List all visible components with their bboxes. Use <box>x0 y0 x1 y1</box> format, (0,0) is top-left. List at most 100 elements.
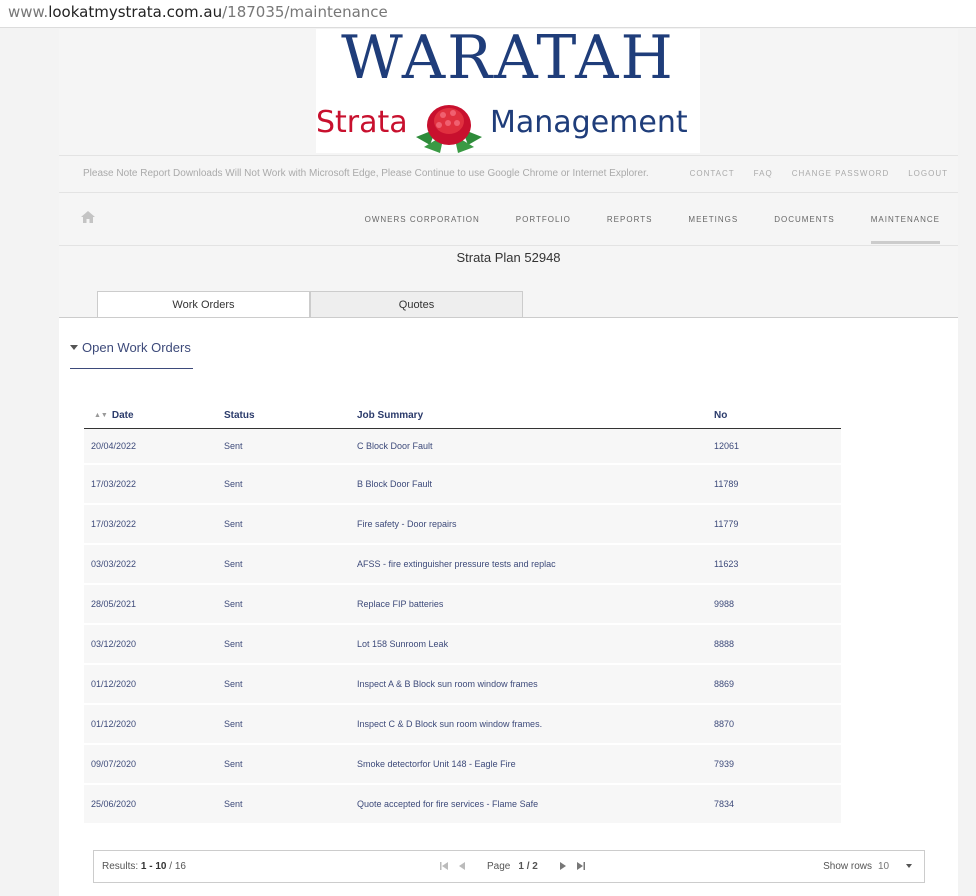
table-row[interactable]: 17/03/2022 Sent B Block Door Fault 11789 <box>84 464 841 505</box>
cell-no: 8888 <box>707 624 841 665</box>
toplink-faq[interactable]: FAQ <box>754 169 773 178</box>
tab-quotes[interactable]: Quotes <box>310 291 523 318</box>
cell-job-summary: C Block Door Fault <box>350 428 707 465</box>
nav-reports[interactable]: REPORTS <box>607 193 653 246</box>
table-row[interactable]: 09/07/2020 Sent Smoke detectorfor Unit 1… <box>84 744 841 785</box>
last-page-icon[interactable] <box>576 860 586 872</box>
browser-notice: Please Note Report Downloads Will Not Wo… <box>83 168 649 179</box>
work-orders-rows: 20/04/2022 Sent C Block Door Fault 12061… <box>84 428 841 825</box>
cell-no: 11623 <box>707 544 841 585</box>
cell-date: 03/12/2020 <box>84 624 217 665</box>
results-summary: Results: 1 - 10 / 16 <box>102 861 186 872</box>
cell-no: 8869 <box>707 664 841 705</box>
work-orders-table: ▲▼ Date Status Job Summary No 20/04/2022 … <box>84 403 841 825</box>
toplink-logout[interactable]: LOGOUT <box>908 169 948 178</box>
cell-date: 09/07/2020 <box>84 744 217 785</box>
cell-status: Sent <box>217 744 350 785</box>
cell-job-summary: B Block Door Fault <box>350 464 707 505</box>
nav-documents[interactable]: DOCUMENTS <box>774 193 835 246</box>
cell-job-summary: Inspect A & B Block sun room window fram… <box>350 664 707 705</box>
cell-job-summary: Fire safety - Door repairs <box>350 504 707 545</box>
cell-no: 7939 <box>707 744 841 785</box>
cell-no: 11779 <box>707 504 841 545</box>
tab-work-orders[interactable]: Work Orders <box>97 291 310 318</box>
cell-date: 25/06/2020 <box>84 784 217 825</box>
page-indicator: 1 / 2 <box>518 860 538 872</box>
first-page-icon[interactable] <box>439 860 449 872</box>
show-rows-label: Show rows <box>823 861 872 872</box>
home-icon[interactable] <box>81 211 95 223</box>
waratah-logo[interactable]: WARATAH Strata Management <box>316 23 700 153</box>
logo-line2-left: Strata <box>316 105 408 140</box>
column-header-no[interactable]: No <box>707 403 841 429</box>
cell-status: Sent <box>217 428 350 465</box>
caret-down-icon <box>70 345 78 350</box>
cell-job-summary: Lot 158 Sunroom Leak <box>350 624 707 665</box>
logo-line2-right: Management <box>490 105 688 140</box>
section-underline <box>70 368 193 369</box>
table-header-row: ▲▼ Date Status Job Summary No <box>84 403 841 429</box>
cell-status: Sent <box>217 504 350 545</box>
cell-status: Sent <box>217 544 350 585</box>
url-host: lookatmystrata.com.au <box>48 3 223 21</box>
cell-job-summary: Smoke detectorfor Unit 148 - Eagle Fire <box>350 744 707 785</box>
toplink-contact[interactable]: CONTACT <box>690 169 735 178</box>
table-row[interactable]: 01/12/2020 Sent Inspect A & B Block sun … <box>84 664 841 705</box>
open-work-orders-toggle[interactable]: Open Work Orders <box>70 340 191 355</box>
tab-bar: Work Orders Quotes <box>97 291 523 318</box>
nav-portfolio[interactable]: PORTFOLIO <box>516 193 571 246</box>
nav-meetings[interactable]: MEETINGS <box>688 193 738 246</box>
notice-bar: Please Note Report Downloads Will Not Wo… <box>59 155 958 193</box>
table-row[interactable]: 03/03/2022 Sent AFSS - fire extinguisher… <box>84 544 841 585</box>
cell-job-summary: Inspect C & D Block sun room window fram… <box>350 704 707 745</box>
previous-page-icon[interactable] <box>457 860 467 872</box>
cell-date: 20/04/2022 <box>84 428 217 465</box>
page-label: Page <box>487 860 511 872</box>
results-range: 1 - 10 <box>140 861 167 872</box>
logo-line1: WARATAH <box>341 23 675 93</box>
url-prefix: www. <box>8 3 49 21</box>
table-row[interactable]: 03/12/2020 Sent Lot 158 Sunroom Leak 888… <box>84 624 841 665</box>
nav-links: OWNERS CORPORATION PORTFOLIO REPORTS MEE… <box>365 193 941 246</box>
cell-status: Sent <box>217 464 350 505</box>
page-navigation: Page 1 / 2 <box>439 860 586 872</box>
sort-icon[interactable]: ▲▼ <box>94 412 108 419</box>
nav-maintenance[interactable]: MAINTENANCE <box>870 193 941 246</box>
cell-date: 28/05/2021 <box>84 584 217 625</box>
results-label: Results: <box>102 861 139 872</box>
nav-owners-corporation[interactable]: OWNERS CORPORATION <box>365 193 480 246</box>
table-row[interactable]: 01/12/2020 Sent Inspect C & D Block sun … <box>84 704 841 745</box>
cell-no: 12061 <box>707 428 841 465</box>
table-row[interactable]: 25/06/2020 Sent Quote accepted for fire … <box>84 784 841 825</box>
column-header-status[interactable]: Status <box>217 403 350 429</box>
page: WARATAH Strata Management Please Note Re… <box>59 23 958 896</box>
cell-no: 9988 <box>707 584 841 625</box>
pagination-bar: Results: 1 - 10 / 16 Page 1 / 2 Show row… <box>93 850 925 883</box>
cell-date: 17/03/2022 <box>84 504 217 545</box>
table-row[interactable]: 17/03/2022 Sent Fire safety - Door repai… <box>84 504 841 545</box>
cell-job-summary: Quote accepted for fire services - Flame… <box>350 784 707 825</box>
column-header-job-summary[interactable]: Job Summary <box>350 403 707 429</box>
main-nav: OWNERS CORPORATION PORTFOLIO REPORTS MEE… <box>59 193 958 246</box>
url-path: /187035/maintenance <box>222 3 388 21</box>
cell-date: 01/12/2020 <box>84 704 217 745</box>
table-row[interactable]: 20/04/2022 Sent C Block Door Fault 12061 <box>84 428 841 465</box>
column-header-date[interactable]: ▲▼ Date <box>84 403 217 429</box>
cell-date: 17/03/2022 <box>84 464 217 505</box>
toplink-change-password[interactable]: CHANGE PASSWORD <box>792 169 890 178</box>
cell-status: Sent <box>217 624 350 665</box>
cell-job-summary: AFSS - fire extinguisher pressure tests … <box>350 544 707 585</box>
cell-status: Sent <box>217 704 350 745</box>
cell-no: 11789 <box>707 464 841 505</box>
dropdown-arrow-icon <box>906 864 912 868</box>
table-row[interactable]: 28/05/2021 Sent Replace FIP batteries 99… <box>84 584 841 625</box>
section-title: Open Work Orders <box>82 340 191 355</box>
next-page-icon[interactable] <box>558 860 568 872</box>
cell-job-summary: Replace FIP batteries <box>350 584 707 625</box>
page-title: Strata Plan 52948 <box>456 250 561 265</box>
rows-per-page-select[interactable]: 10 <box>878 856 918 878</box>
work-orders-panel: Open Work Orders ▲▼ Date Status Job Summa… <box>59 317 958 896</box>
column-header-date-label: Date <box>111 409 134 421</box>
cell-no: 8870 <box>707 704 841 745</box>
results-total: / 16 <box>169 861 186 872</box>
